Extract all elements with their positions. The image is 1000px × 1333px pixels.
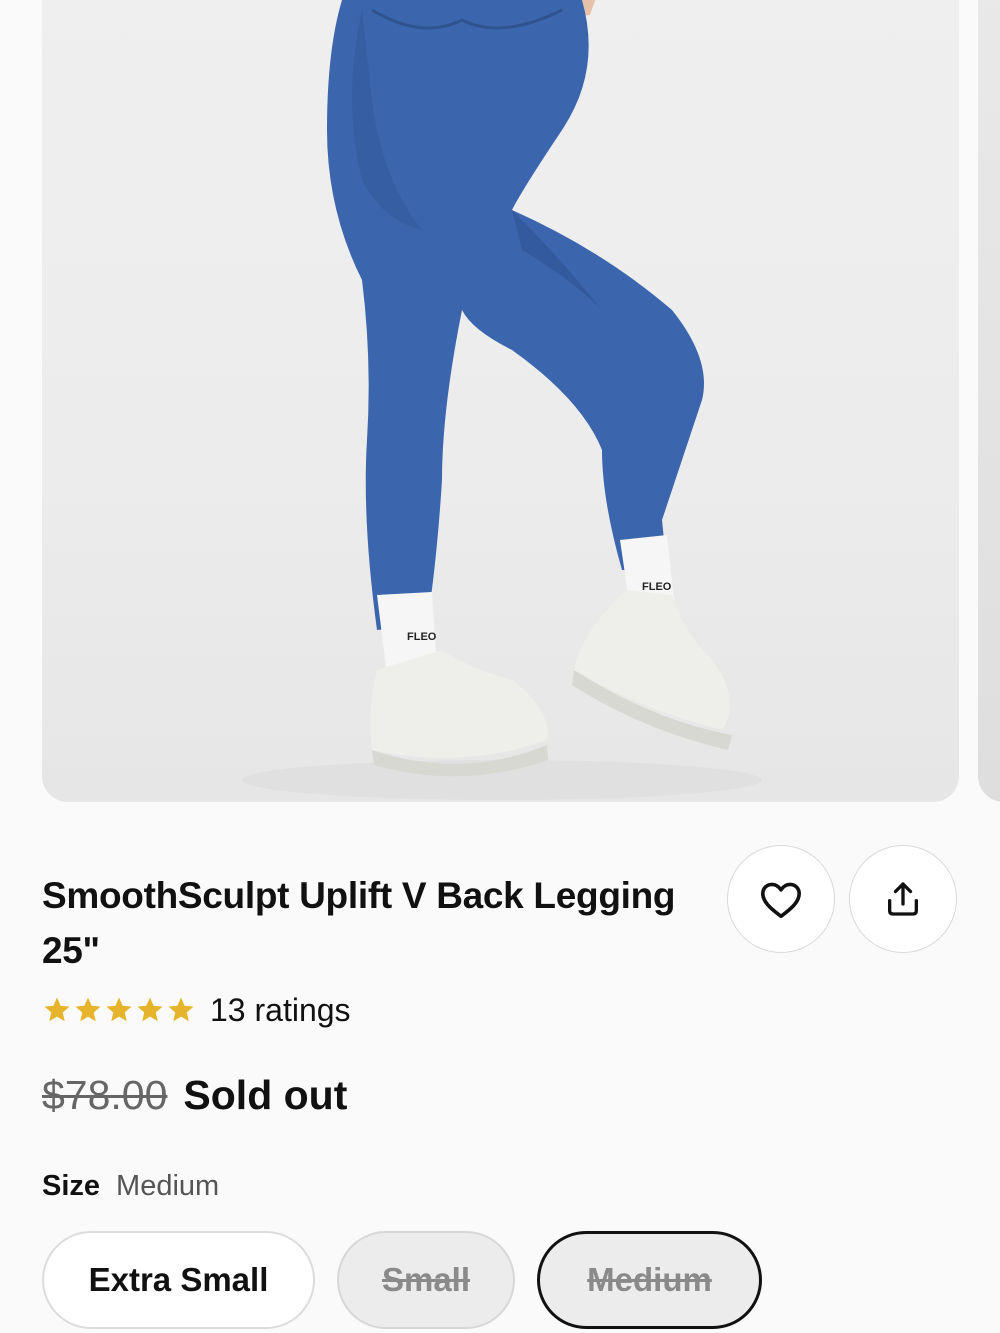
selected-size: Medium: [116, 1170, 220, 1202]
share-button[interactable]: [849, 845, 957, 953]
rating-count: 13 ratings: [210, 991, 351, 1028]
favorite-button[interactable]: [727, 845, 835, 953]
legging-photo: FLEO FLEO: [242, 0, 762, 800]
star-rating: [42, 995, 196, 1025]
share-icon: [888, 882, 918, 916]
product-page: FLEO FLEO SmoothSculpt Uplift V Back Leg…: [0, 0, 1000, 1333]
original-price: $78.00: [42, 1072, 168, 1118]
size-label: Size: [42, 1170, 101, 1202]
heart-icon: [760, 882, 801, 919]
size-selector-header: Size Medium: [42, 1170, 219, 1203]
stock-status: Sold out: [183, 1072, 348, 1118]
size-option-extra-small[interactable]: Extra Small: [42, 1231, 315, 1329]
star-icon: [75, 997, 101, 1022]
star-icon: [44, 997, 70, 1022]
next-image-peek[interactable]: [978, 0, 1000, 802]
price-row: $78.00 Sold out: [42, 1072, 347, 1119]
sock-logo-left: FLEO: [407, 631, 437, 643]
size-option-medium[interactable]: Medium: [537, 1231, 762, 1329]
star-icon: [168, 997, 194, 1022]
product-image[interactable]: FLEO FLEO: [42, 0, 959, 802]
size-option-small[interactable]: Small: [337, 1231, 515, 1329]
product-title: SmoothSculpt Uplift V Back Legging 25": [42, 875, 676, 971]
rating-summary[interactable]: 13 ratings: [42, 988, 351, 1032]
sock-logo-right: FLEO: [642, 581, 672, 593]
star-icon: [106, 997, 132, 1022]
star-icon: [137, 997, 163, 1022]
